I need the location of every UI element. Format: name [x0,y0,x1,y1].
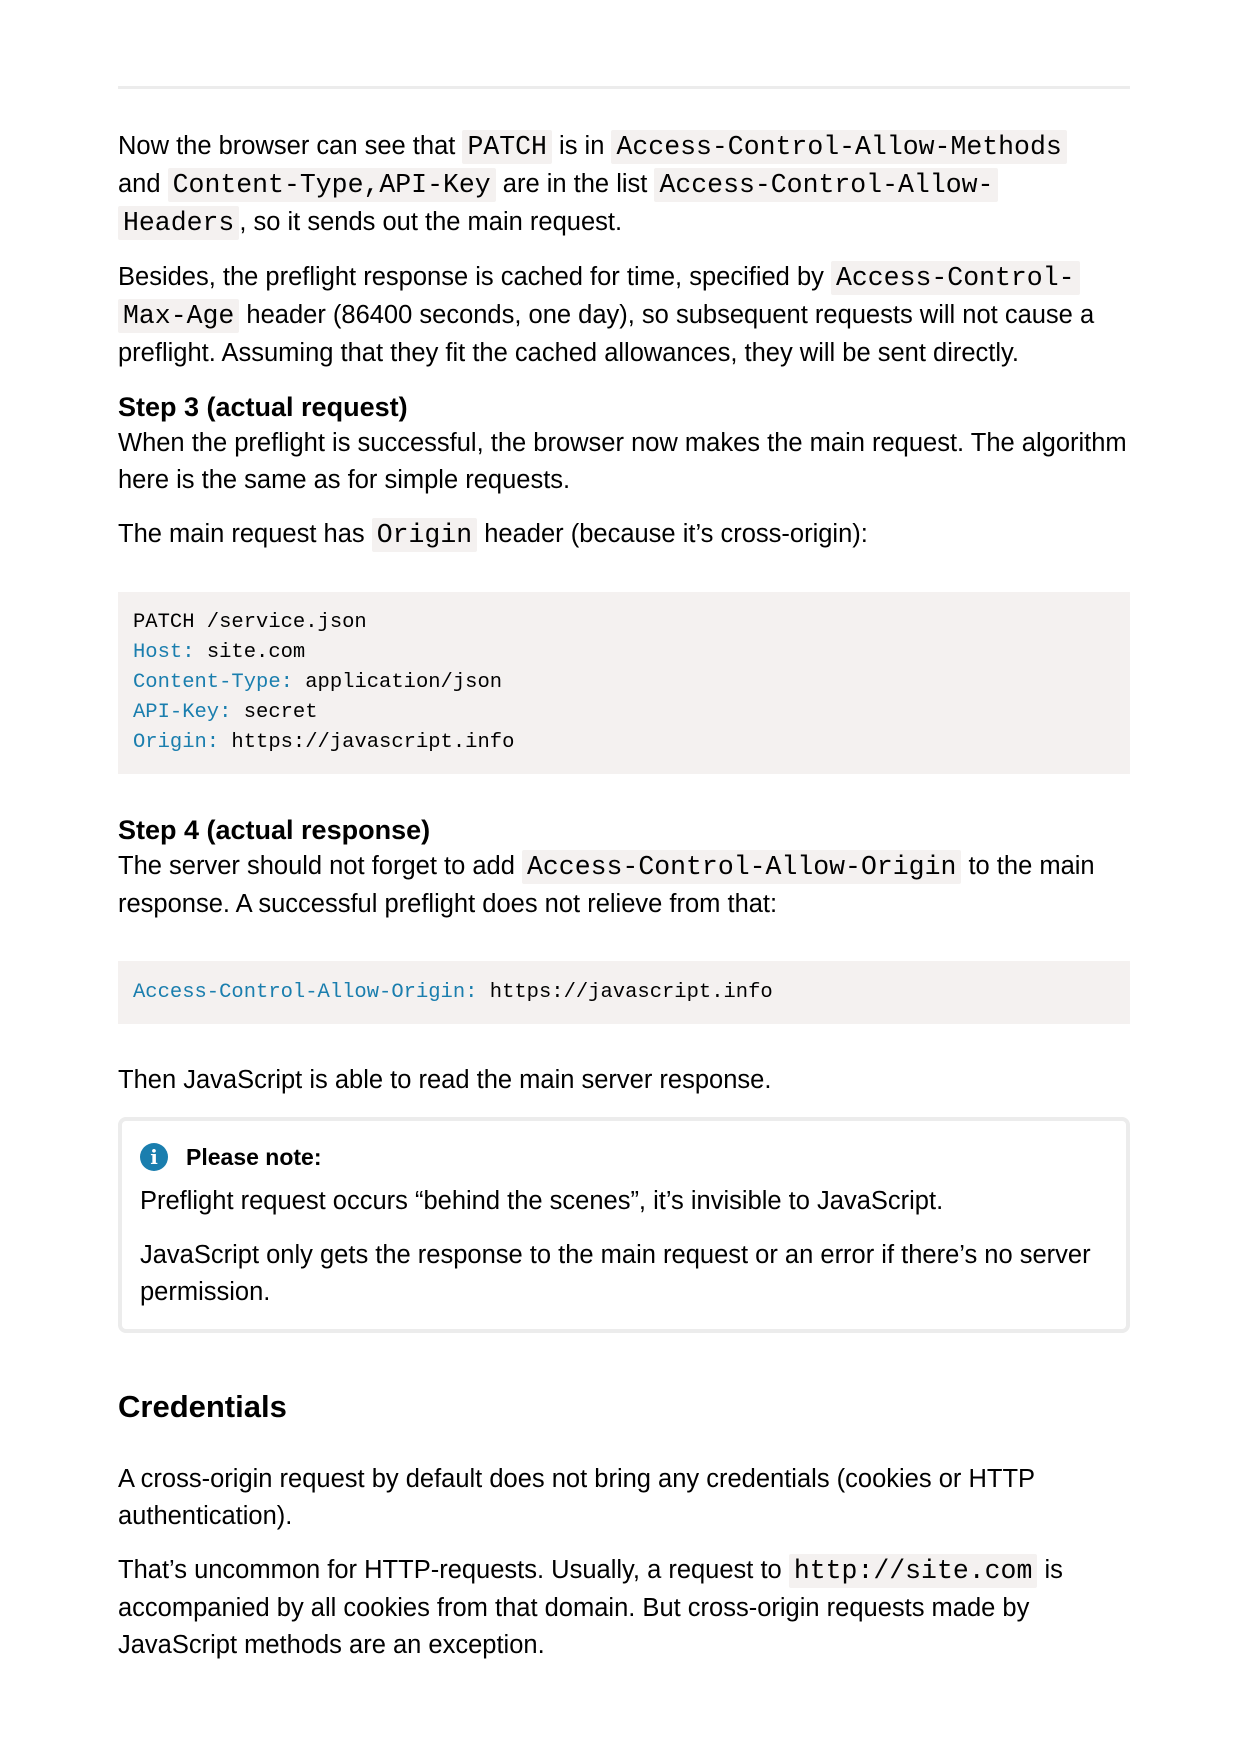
step4-after-paragraph: Then JavaScript is able to read the main… [118,1066,772,1094]
step3-heading: Step 3 (actual request) [118,392,408,422]
header-key: Access-Control-Allow-Origin: [133,981,478,1004]
inline-code: PATCH [462,130,552,164]
article-content: Now the browser can see that PATCH is in… [118,128,1130,1681]
note-paragraph: Preflight request occurs “behind the sce… [140,1187,944,1215]
text: That’s uncommon for HTTP-requests. Usual… [118,1556,789,1584]
text: The main request has [118,520,372,548]
text: , so it sends out the main request. [239,208,623,236]
code-block-response: Access-Control-Allow-Origin: https://jav… [118,961,1130,1024]
credentials-paragraph-2: That’s uncommon for HTTP-requests. Usual… [118,1552,1130,1664]
inline-code: Headers [118,206,240,240]
header-key: Content-Type: [133,671,293,694]
paragraph-allowed-headers: Now the browser can see that PATCH is in… [118,128,1130,242]
inline-code: http://site.com [788,1554,1038,1588]
code-line: PATCH /service.json [133,611,367,634]
text: Now the browser can see that [118,132,463,160]
header-value: https://javascript.info [477,981,773,1004]
header-value: https://javascript.info [219,731,515,754]
header-value: site.com [194,641,306,664]
header-value: application/json [292,671,503,694]
text: header (86400 seconds, one day), so subs… [118,301,1095,367]
note-paragraph: JavaScript only gets the response to the… [140,1241,1091,1306]
text: are in the list [495,170,655,198]
credentials-heading: Credentials [118,1389,287,1424]
step3-paragraph: When the preflight is successful, the br… [118,429,1127,494]
text: header (because it’s cross-origin): [477,520,868,548]
header-value: secret [231,701,318,724]
note-title: Please note: [186,1143,322,1170]
paragraph-max-age: Besides, the preflight response is cache… [118,259,1130,372]
text: is in [551,132,612,160]
text: The server should not forget to add [118,852,522,880]
inline-code: Access-Control-Allow-Origin [522,850,962,884]
inline-code: Origin [371,518,478,552]
top-divider [118,86,1130,89]
info-icon: i [140,1143,168,1171]
code-block-request: PATCH /service.json Host: site.com Conte… [118,592,1130,774]
note-header: i Please note: [140,1141,1104,1173]
note-box: i Please note: Preflight request occurs … [118,1117,1130,1333]
inline-code: Max-Age [118,299,240,333]
header-key: API-Key: [133,701,232,724]
text: and [118,170,168,198]
inline-code: Access-Control- [830,261,1080,295]
inline-code: Access-Control-Allow- [654,168,999,202]
inline-code: Content-Type,API-Key [167,168,496,202]
header-key: Origin: [133,731,220,754]
credentials-paragraph: A cross-origin request by default does n… [118,1465,1035,1530]
inline-code: Access-Control-Allow-Methods [611,130,1067,164]
step4-paragraph: The server should not forget to add Acce… [118,848,1130,923]
step4-heading: Step 4 (actual response) [118,815,431,845]
header-key: Host: [133,641,195,664]
step3-origin-paragraph: The main request has Origin header (beca… [118,516,1130,554]
text: Besides, the preflight response is cache… [118,263,831,291]
